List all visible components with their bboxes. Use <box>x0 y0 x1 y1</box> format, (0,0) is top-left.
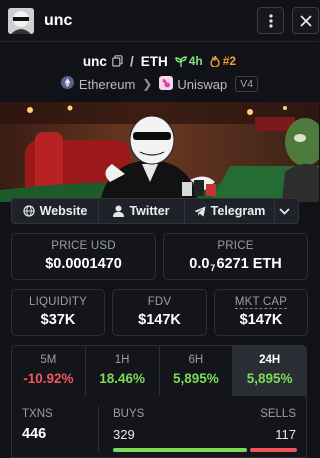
price-zero-count: 7 <box>210 263 216 273</box>
timeframe-tabs: 5M -10.92% 1H 18.46% 6H 5,895% 24H 5,895… <box>11 345 307 397</box>
price-native-label: PRICE <box>217 240 254 252</box>
fdv-label: FDV <box>147 296 172 308</box>
price-native-card: PRICE 0.076271 ETH <box>163 233 308 280</box>
social-links-bar: Website Twitter Telegram <box>11 198 299 224</box>
price-prefix: 0.0 <box>189 256 210 272</box>
header-bar: unc <box>0 0 319 42</box>
sells-label: SELLS <box>260 408 296 420</box>
txns-panel: TXNS 446 BUYS 329 SELLS 117 <box>11 396 307 458</box>
token-avatar <box>8 7 34 34</box>
sprout-icon <box>175 55 187 67</box>
close-button[interactable] <box>292 7 319 34</box>
trending-badge[interactable]: 4h <box>175 54 203 68</box>
more-links-button[interactable] <box>275 198 299 224</box>
dex-link[interactable]: Uniswap <box>177 77 227 92</box>
telegram-icon <box>194 206 206 216</box>
telegram-label: Telegram <box>210 204 266 218</box>
txns-divider <box>98 406 99 452</box>
txns-value: 446 <box>22 426 47 442</box>
buys-label: BUYS <box>113 408 145 420</box>
kebab-menu-icon <box>268 13 273 28</box>
menu-button[interactable] <box>257 7 284 34</box>
price-usd-card: PRICE USD $0.0001470 <box>11 233 156 280</box>
globe-icon <box>23 205 35 217</box>
mktcap-label: MKT CAP <box>234 296 288 309</box>
chevron-down-icon <box>278 207 290 215</box>
website-label: Website <box>39 204 88 218</box>
telegram-button[interactable]: Telegram <box>185 198 275 224</box>
tab-1h-label: 1H <box>114 354 130 366</box>
user-icon <box>113 205 125 217</box>
price-usd-label: PRICE USD <box>51 240 116 252</box>
txns-label: TXNS <box>22 408 53 420</box>
pair-quote-symbol: ETH <box>140 53 168 69</box>
tab-5m[interactable]: 5M -10.92% <box>12 346 86 396</box>
twitter-button[interactable]: Twitter <box>99 198 185 224</box>
tab-6h-change: 5,895% <box>172 371 219 386</box>
sells-value: 117 <box>275 427 296 442</box>
pair-row: unc / ETH 4h #2 <box>0 51 319 71</box>
chevron-right-icon: ❯ <box>142 77 153 91</box>
tab-24h[interactable]: 24H 5,895% <box>233 346 306 396</box>
tab-6h-label: 6H <box>188 354 204 366</box>
mktcap-value: $147K <box>239 312 283 328</box>
close-icon <box>299 14 312 27</box>
buys-value: 329 <box>113 427 135 442</box>
tab-6h[interactable]: 6H 5,895% <box>160 346 234 396</box>
chain-row: Ethereum ❯ Uniswap V4 <box>0 74 319 94</box>
sells-bar <box>250 448 297 452</box>
pair-base-symbol: unc <box>82 53 107 69</box>
buys-bar <box>113 448 247 452</box>
liquidity-card: LIQUIDITY $37K <box>11 289 105 336</box>
uniswap-icon <box>159 75 174 93</box>
fdv-card: FDV $147K <box>112 289 207 336</box>
rank-badge[interactable]: #2 <box>210 54 236 68</box>
flame-icon <box>210 55 220 67</box>
tab-5m-change: -10.92% <box>23 371 74 386</box>
twitter-label: Twitter <box>129 204 170 218</box>
tab-5m-label: 5M <box>40 354 57 366</box>
ethereum-icon <box>60 76 74 92</box>
tab-1h-change: 18.46% <box>99 371 146 386</box>
mktcap-card[interactable]: MKT CAP $147K <box>214 289 308 336</box>
tab-24h-label: 24H <box>259 354 281 366</box>
dex-version-badge: V4 <box>235 76 259 92</box>
price-usd-value: $0.0001470 <box>45 256 122 272</box>
liquidity-value: $37K <box>40 312 76 328</box>
chain-network-link[interactable]: Ethereum <box>79 77 135 92</box>
copy-icon[interactable] <box>112 55 123 67</box>
price-native-value: 0.076271 ETH <box>164 256 307 273</box>
token-banner-image <box>0 102 319 202</box>
price-digits: 6271 ETH <box>216 256 282 272</box>
app-title: unc <box>44 11 73 29</box>
tab-1h[interactable]: 1H 18.46% <box>86 346 160 396</box>
rank-label: #2 <box>222 54 237 68</box>
trending-label: 4h <box>188 54 203 68</box>
pair-separator: / <box>129 53 134 69</box>
tab-24h-change: 5,895% <box>246 371 293 386</box>
fdv-value: $147K <box>138 312 181 328</box>
liquidity-label: LIQUIDITY <box>28 296 88 308</box>
website-button[interactable]: Website <box>11 198 99 224</box>
